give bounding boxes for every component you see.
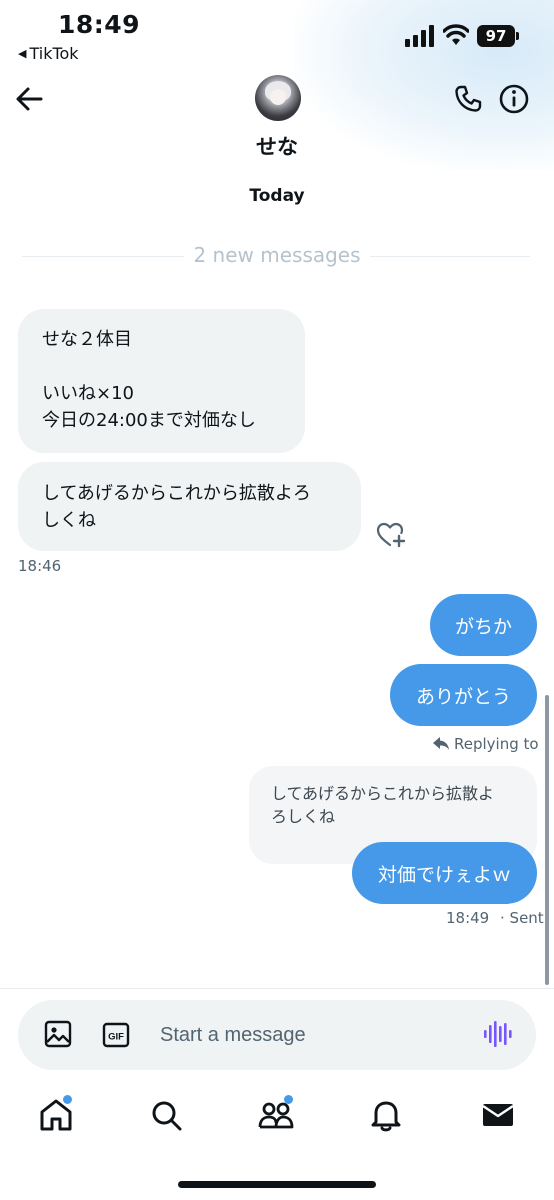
- home-notification-dot: [63, 1095, 72, 1104]
- back-triangle-icon: ◀: [18, 47, 27, 60]
- contact-avatar[interactable]: [255, 75, 301, 121]
- sent-timestamp: 18:49 · Sent: [446, 909, 544, 927]
- phone-call-icon[interactable]: [452, 83, 484, 115]
- status-bar: 18:49 ◀ TikTok 97: [0, 0, 554, 70]
- message-line: いいね×10: [42, 383, 134, 404]
- home-indicator[interactable]: [178, 1181, 376, 1188]
- new-messages-label: 2 new messages: [193, 243, 361, 267]
- sent-time: 18:49: [446, 909, 490, 927]
- status-time: 18:49: [58, 10, 141, 39]
- wifi-icon: [443, 24, 469, 45]
- message-text: 対価でけぇよｗ: [377, 863, 511, 886]
- scrollbar[interactable]: [545, 695, 549, 985]
- outgoing-message-bubble[interactable]: ありがとう: [390, 664, 537, 726]
- incoming-timestamp: 18:46: [18, 557, 62, 575]
- add-reaction-heart-icon[interactable]: [375, 520, 407, 550]
- quoted-line: してあげるからこれから拡散よ: [271, 784, 495, 803]
- message-line: せな２体目: [42, 329, 132, 350]
- message-line: 今日の24:00まで対価なし: [42, 410, 256, 431]
- back-app-label: TikTok: [29, 44, 79, 63]
- composer-divider: [0, 988, 554, 989]
- message-line: しくね: [42, 510, 96, 531]
- image-icon[interactable]: [44, 1020, 72, 1048]
- sent-status: · Sent: [500, 909, 544, 927]
- replying-to-label: Replying to: [454, 735, 539, 753]
- avatar-face: [270, 89, 286, 105]
- back-arrow-icon[interactable]: [14, 84, 44, 114]
- back-to-app-link[interactable]: ◀ TikTok: [18, 44, 79, 63]
- message-input[interactable]: [160, 1016, 460, 1054]
- nav-messages-envelope-icon[interactable]: [478, 1095, 518, 1135]
- message-line-blank: [42, 353, 281, 380]
- reply-arrow-icon: [433, 737, 449, 750]
- quoted-line: ろしくね: [271, 807, 336, 826]
- date-separator: Today: [249, 186, 305, 206]
- info-icon[interactable]: [498, 83, 530, 115]
- incoming-message-bubble[interactable]: してあげるからこれから拡散よろ しくね: [18, 462, 361, 551]
- nav-search-icon[interactable]: [146, 1095, 186, 1135]
- nav-notifications-bell-icon[interactable]: [366, 1095, 406, 1135]
- cellular-signal-icon: [405, 25, 434, 47]
- message-line: してあげるからこれから拡散よろ: [42, 483, 311, 504]
- message-text: がちか: [454, 615, 512, 638]
- outgoing-message-bubble[interactable]: がちか: [430, 594, 537, 656]
- communities-notification-dot: [284, 1095, 293, 1104]
- incoming-message-bubble[interactable]: せな２体目 いいね×10 今日の24:00まで対価なし: [18, 309, 305, 453]
- message-text: ありがとう: [415, 685, 511, 708]
- svg-text:GIF: GIF: [108, 1032, 124, 1043]
- replying-to-indicator: Replying to: [432, 735, 539, 753]
- voice-message-icon[interactable]: [482, 1019, 512, 1049]
- outgoing-reply-bubble[interactable]: 対価でけぇよｗ: [352, 842, 537, 904]
- battery-indicator: 97: [477, 25, 519, 47]
- contact-name[interactable]: せな: [0, 131, 554, 161]
- gif-icon[interactable]: GIF: [102, 1021, 130, 1049]
